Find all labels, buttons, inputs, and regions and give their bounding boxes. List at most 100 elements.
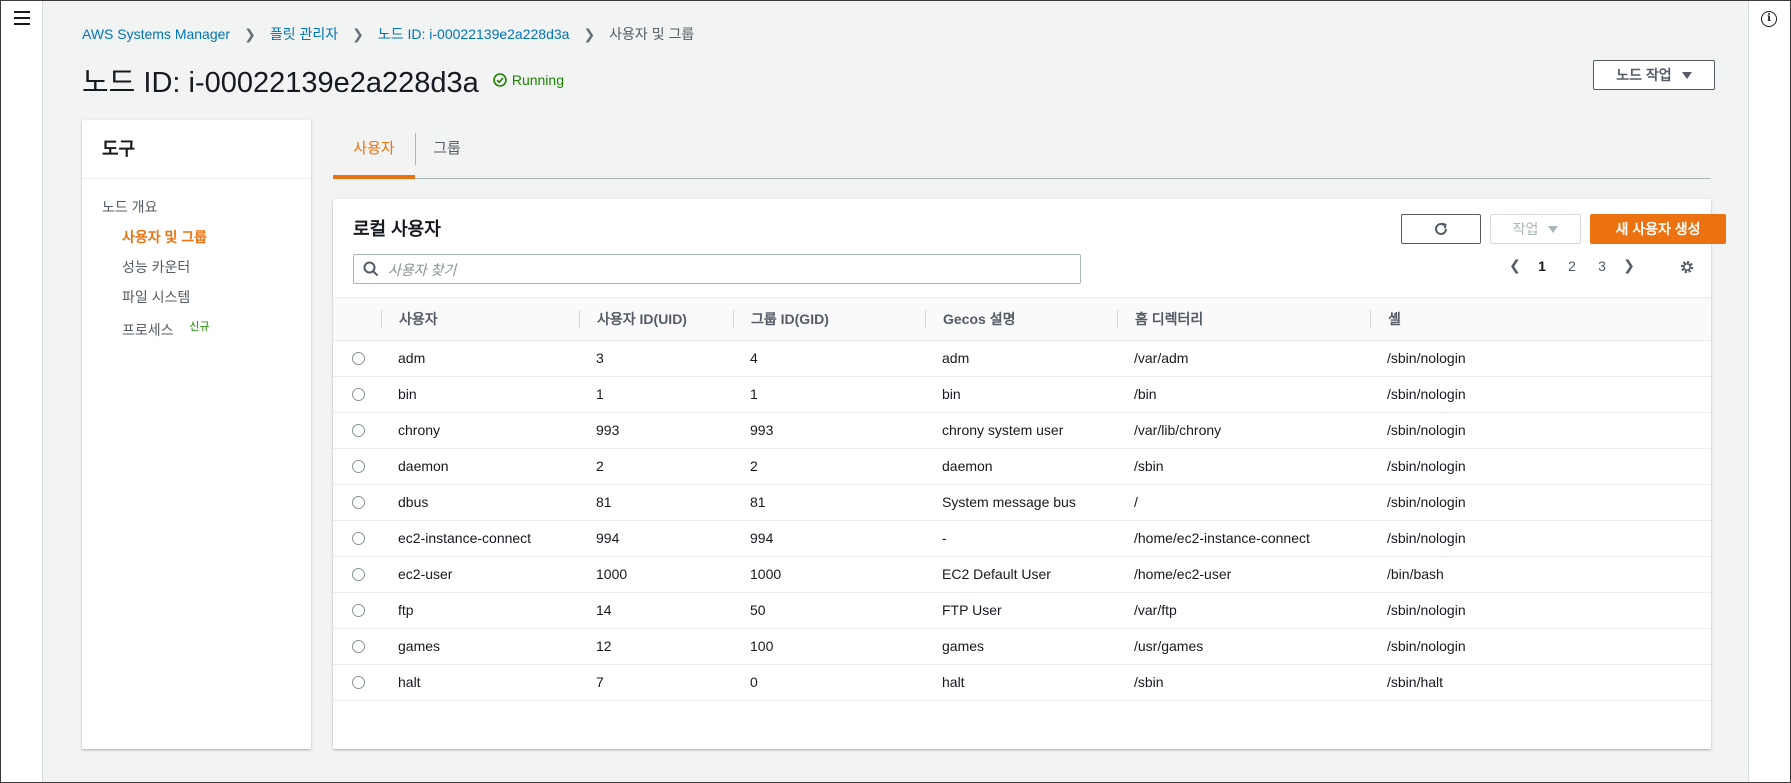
node-action-button[interactable]: 노드 작업 bbox=[1593, 60, 1715, 90]
column-header-uid[interactable]: 사용자 ID(UID) bbox=[597, 298, 687, 340]
search-field[interactable] bbox=[353, 254, 1081, 284]
cell-gecos: System message bus bbox=[942, 494, 1076, 510]
row-select-radio[interactable] bbox=[352, 640, 365, 653]
cell-gecos: FTP User bbox=[942, 602, 1002, 618]
table-row[interactable]: chrony 993 993 chrony system user/var/lib/c… bbox=[333, 413, 1711, 449]
column-divider bbox=[381, 310, 382, 328]
table-row[interactable]: daemon 2 2 daemon/sbin/sbin/nologin bbox=[333, 449, 1711, 485]
tools-item-file-system[interactable]: 파일 시스템 bbox=[102, 287, 311, 317]
breadcrumb-node[interactable]: 노드 ID: i-00022139e2a228d3a bbox=[378, 24, 570, 44]
cell-user: ec2-user bbox=[398, 566, 453, 582]
node-action-label: 노드 작업 bbox=[1616, 67, 1672, 83]
row-select-radio[interactable] bbox=[352, 532, 365, 545]
hamburger-menu-icon[interactable] bbox=[14, 11, 30, 25]
table-row[interactable]: dbus 81 81 System message bus / /sbin/nologin bbox=[333, 485, 1711, 521]
table-row[interactable]: ec2-user 1000 1000 EC2 Default User/home/ec… bbox=[333, 557, 1711, 593]
search-icon bbox=[363, 261, 379, 277]
tools-panel: 도구 노드 개요 사용자 및 그룹 성능 카운터 파일 시스템 프로세스 신규 bbox=[82, 120, 311, 749]
cell-shell: /sbin/nologin bbox=[1387, 638, 1466, 654]
tools-item-performance-counters[interactable]: 성능 카운터 bbox=[102, 257, 311, 287]
cell-home: /var/adm bbox=[1134, 350, 1189, 366]
chevron-right-icon: ❯ bbox=[352, 25, 364, 42]
column-header-gid[interactable]: 그룹 ID(GID) bbox=[751, 298, 829, 340]
cell-uid: 14 bbox=[596, 602, 612, 618]
status-text: Running bbox=[511, 72, 564, 88]
cell-user: ftp bbox=[398, 602, 414, 618]
cell-gecos: daemon bbox=[942, 458, 993, 474]
column-header-shell[interactable]: 셸 bbox=[1388, 298, 1401, 340]
users-table: 사용자 사용자 ID(UID) 그룹 ID(GID) Gecos 설명 홈 디렉… bbox=[333, 297, 1711, 701]
chevron-right-icon[interactable]: ❯ bbox=[1617, 257, 1641, 274]
page-number[interactable]: 1 bbox=[1527, 258, 1557, 274]
cell-shell: /sbin/nologin bbox=[1387, 422, 1466, 438]
actions-dropdown[interactable]: 작업 bbox=[1490, 214, 1581, 244]
row-select-radio[interactable] bbox=[352, 352, 365, 365]
table-row[interactable]: ftp 14 50 FTP User/var/ftp/sbin/nologin bbox=[333, 593, 1711, 629]
cell-home: /sbin bbox=[1134, 458, 1164, 474]
row-select-radio[interactable] bbox=[352, 424, 365, 437]
page-number[interactable]: 3 bbox=[1587, 258, 1617, 274]
page-number[interactable]: 2 bbox=[1557, 258, 1587, 274]
tab-groups[interactable]: 그룹 bbox=[416, 129, 478, 177]
tab-groups-label: 그룹 bbox=[433, 140, 461, 157]
cell-uid: 3 bbox=[596, 350, 604, 366]
left-nav-bar bbox=[1, 1, 43, 782]
gear-icon[interactable] bbox=[1679, 259, 1695, 275]
caret-down-icon bbox=[1681, 71, 1692, 79]
column-header-user[interactable]: 사용자 bbox=[399, 298, 438, 340]
cell-uid: 7 bbox=[596, 674, 604, 690]
create-user-label: 새 사용자 생성 bbox=[1615, 221, 1701, 237]
cell-home: /home/ec2-user bbox=[1134, 566, 1232, 582]
chevron-right-icon: ❯ bbox=[244, 25, 256, 42]
tools-item-users-groups[interactable]: 사용자 및 그룹 bbox=[102, 227, 311, 257]
refresh-button[interactable] bbox=[1401, 214, 1481, 244]
page-title: 노드 ID: i-00022139e2a228d3a bbox=[82, 67, 479, 99]
cell-shell: /sbin/nologin bbox=[1387, 494, 1466, 510]
cell-gid: 100 bbox=[750, 638, 774, 654]
tools-item-node-overview[interactable]: 노드 개요 bbox=[102, 197, 311, 227]
table-row[interactable]: adm 3 4 adm/var/adm/sbin/nologin bbox=[333, 341, 1711, 377]
tab-users-label: 사용자 bbox=[353, 140, 395, 157]
row-select-radio[interactable] bbox=[352, 388, 365, 401]
new-badge: 신규 bbox=[189, 321, 210, 333]
cell-uid: 2 bbox=[596, 458, 604, 474]
create-user-button[interactable]: 새 사용자 생성 bbox=[1590, 214, 1726, 244]
tab-users[interactable]: 사용자 bbox=[333, 129, 415, 177]
status-badge: Running bbox=[493, 72, 564, 88]
tools-item-processes[interactable]: 프로세스 신규 bbox=[102, 317, 311, 347]
cell-uid: 12 bbox=[596, 638, 612, 654]
row-select-radio[interactable] bbox=[352, 496, 365, 509]
cell-gecos: games bbox=[942, 638, 985, 654]
actions-label: 작업 bbox=[1512, 221, 1539, 237]
row-select-radio[interactable] bbox=[352, 568, 365, 581]
breadcrumb-fleet-manager[interactable]: 플릿 관리자 bbox=[270, 24, 338, 44]
row-select-radio[interactable] bbox=[352, 604, 365, 617]
breadcrumb-current: 사용자 및 그룹 bbox=[609, 26, 695, 42]
cell-gecos: - bbox=[942, 530, 947, 546]
column-divider bbox=[1117, 310, 1118, 328]
cell-home: / bbox=[1134, 494, 1138, 510]
table-row[interactable]: games 12 100 games/usr/games/sbin/nologin bbox=[333, 629, 1711, 665]
cell-gid: 993 bbox=[750, 422, 774, 438]
column-divider bbox=[733, 310, 734, 328]
cell-home: /var/ftp bbox=[1134, 602, 1177, 618]
cell-shell: /sbin/nologin bbox=[1387, 530, 1466, 546]
table-row[interactable]: bin 1 1 bin/bin/sbin/nologin bbox=[333, 377, 1711, 413]
table-row[interactable]: halt 7 0 halt/sbin/sbin/halt bbox=[333, 665, 1711, 701]
column-header-home[interactable]: 홈 디렉터리 bbox=[1135, 298, 1203, 340]
active-tab-underline bbox=[333, 175, 415, 179]
column-header-gecos[interactable]: Gecos 설명 bbox=[943, 298, 1015, 340]
row-select-radio[interactable] bbox=[352, 676, 365, 689]
table-row[interactable]: ec2-instance-connect 994 994 - /home/ec2-ins… bbox=[333, 521, 1711, 557]
chevron-left-icon[interactable]: ❮ bbox=[1503, 257, 1527, 274]
cell-gid: 50 bbox=[750, 602, 766, 618]
cell-home: /sbin bbox=[1134, 674, 1164, 690]
cell-user: adm bbox=[398, 350, 426, 366]
info-icon[interactable]: i bbox=[1761, 11, 1777, 27]
breadcrumb-systems-manager[interactable]: AWS Systems Manager bbox=[82, 26, 230, 42]
row-select-radio[interactable] bbox=[352, 460, 365, 473]
cell-gid: 0 bbox=[750, 674, 758, 690]
tools-list: 노드 개요 사용자 및 그룹 성능 카운터 파일 시스템 프로세스 신규 bbox=[82, 179, 311, 347]
search-input[interactable] bbox=[386, 259, 1070, 281]
cell-uid: 993 bbox=[596, 422, 620, 438]
